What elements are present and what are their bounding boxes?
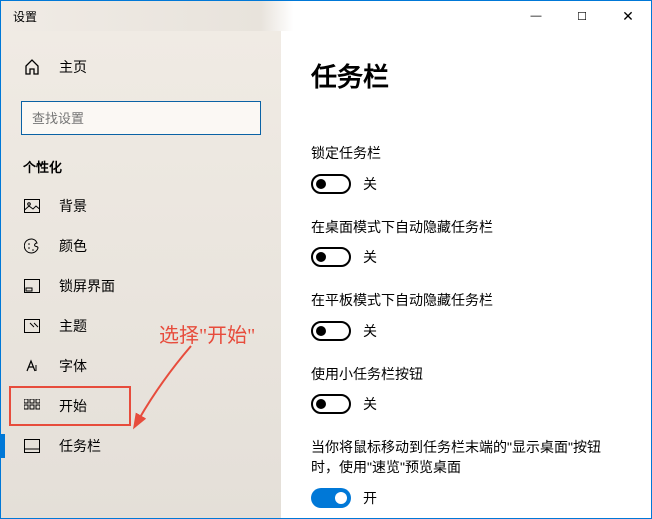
home-button[interactable]: 主页 [1,49,281,85]
toggle-state-text: 关 [363,321,377,341]
setting-label: 使用小任务栏按钮 [311,365,621,385]
setting-label: 在平板模式下自动隐藏任务栏 [311,291,621,311]
themes-icon [23,319,41,333]
window-body: 主页 个性化 背景 颜色 [1,31,651,518]
setting-label: 锁定任务栏 [311,144,621,164]
sidebar-item-fonts[interactable]: 字体 [1,346,281,386]
home-label: 主页 [59,57,87,77]
sidebar-item-start[interactable]: 开始 [9,386,131,426]
toggle-autohide-tablet[interactable] [311,321,351,341]
toggle-state-text: 关 [363,247,377,267]
sidebar-item-taskbar[interactable]: 任务栏 [1,426,281,466]
sidebar-item-label: 背景 [59,196,87,216]
page-title: 任务栏 [311,57,621,94]
sidebar-item-label: 任务栏 [59,436,101,456]
window-controls: — ☐ ✕ [513,1,651,31]
titlebar: 设置 — ☐ ✕ [1,1,651,31]
setting-autohide-desktop: 在桌面模式下自动隐藏任务栏 关 [311,218,621,268]
setting-small-buttons: 使用小任务栏按钮 关 [311,365,621,415]
toggle-peek-desktop[interactable] [311,488,351,508]
search-box[interactable] [21,101,261,135]
setting-autohide-tablet: 在平板模式下自动隐藏任务栏 关 [311,291,621,341]
sidebar-item-label: 开始 [59,396,87,416]
start-icon [23,399,41,413]
sidebar-item-label: 主题 [59,316,87,336]
picture-icon [23,199,41,213]
setting-label: 在桌面模式下自动隐藏任务栏 [311,218,621,238]
home-icon [23,59,41,75]
content-pane: 任务栏 锁定任务栏 关 在桌面模式下自动隐藏任务栏 关 在平板模式下自动隐藏任务… [281,31,651,518]
window-title: 设置 [1,8,37,25]
sidebar-item-label: 锁屏界面 [59,276,115,296]
annotation-text: 选择"开始" [159,319,255,348]
sidebar: 主页 个性化 背景 颜色 [1,31,281,518]
minimize-button[interactable]: — [513,1,559,31]
toggle-state-text: 开 [363,488,377,508]
toggle-autohide-desktop[interactable] [311,247,351,267]
toggle-state-text: 关 [363,174,377,194]
toggle-state-text: 关 [363,394,377,414]
settings-window: 设置 — ☐ ✕ 主页 个性化 背景 [0,0,652,519]
toggle-small-buttons[interactable] [311,394,351,414]
setting-label: 当你将鼠标移动到任务栏末端的"显示桌面"按钮时，使用"速览"预览桌面 [311,438,621,477]
taskbar-icon [23,439,41,453]
setting-lock-taskbar: 锁定任务栏 关 [311,144,621,194]
setting-peek-desktop: 当你将鼠标移动到任务栏末端的"显示桌面"按钮时，使用"速览"预览桌面 开 [311,438,621,507]
palette-icon [23,238,41,254]
sidebar-item-lockscreen[interactable]: 锁屏界面 [1,266,281,306]
lockscreen-icon [23,279,41,293]
maximize-button[interactable]: ☐ [559,1,605,31]
sidebar-item-colors[interactable]: 颜色 [1,226,281,266]
search-input[interactable] [30,110,252,127]
sidebar-item-label: 颜色 [59,236,87,256]
sidebar-item-label: 字体 [59,356,87,376]
section-personalization: 个性化 [1,153,281,186]
sidebar-item-background[interactable]: 背景 [1,186,281,226]
font-icon [23,359,41,373]
toggle-lock-taskbar[interactable] [311,174,351,194]
close-button[interactable]: ✕ [605,1,651,31]
